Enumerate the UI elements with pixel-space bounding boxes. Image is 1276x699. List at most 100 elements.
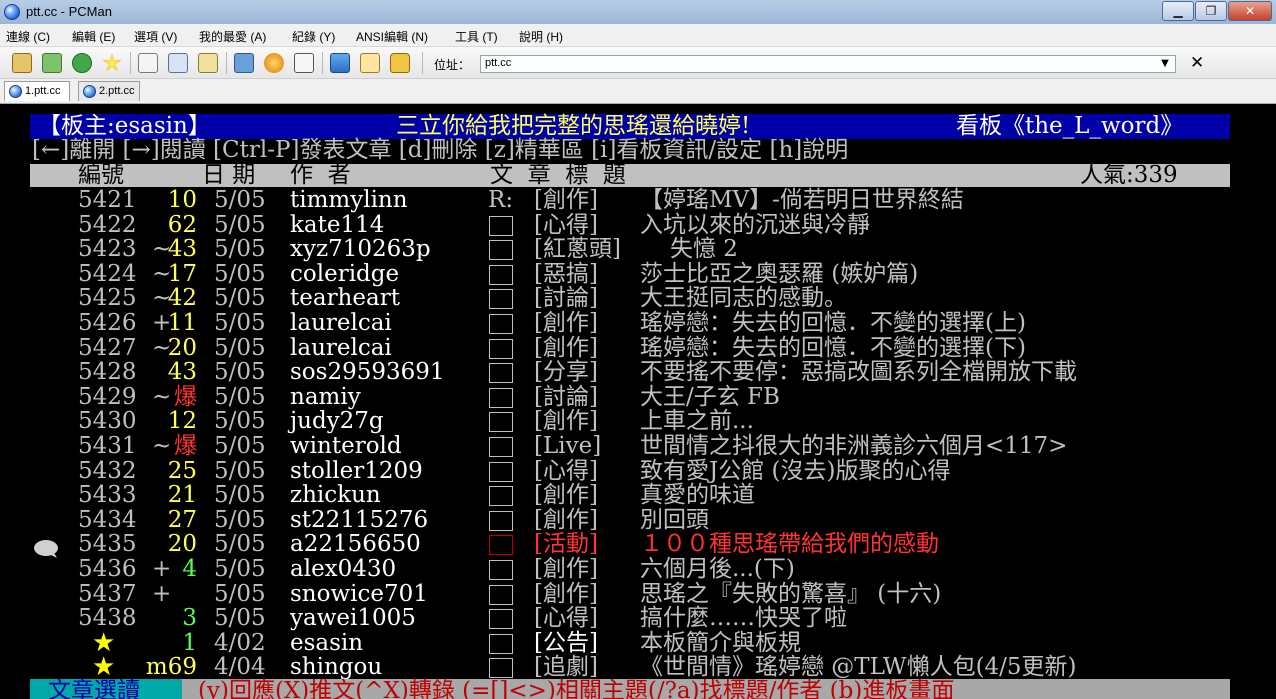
menu-help[interactable]: 說明 (H)	[519, 28, 563, 45]
address-clear-icon[interactable]: ✕	[1190, 53, 1204, 73]
post-row[interactable]: 5425 ~42 5/05 tearheart [討論] 大王挺同志的感動。	[0, 286, 1276, 311]
window-icon[interactable]	[294, 53, 314, 73]
post-flag: +	[152, 580, 172, 607]
post-row[interactable]: 5433 21 5/05 zhickun [創作] 真愛的味道	[0, 483, 1276, 508]
post-category: [創作]	[534, 506, 598, 533]
unread-box-icon	[489, 264, 513, 285]
post-date: 5/05	[214, 457, 266, 484]
post-row[interactable]: 5427 ~20 5/05 laurelcai [創作] 瑤婷戀：失去的回憶．不變的選擇(…	[0, 334, 1276, 361]
post-row[interactable]: 5429 ~ 爆 5/05 namiy [討論] 大王/子玄 FB	[0, 385, 1276, 410]
post-category: [討論]	[534, 383, 598, 410]
push-count: 10	[167, 187, 197, 213]
post-row[interactable]: 5426 +11 5/05 laurelcai [創作] 瑤婷戀：失去的回憶．不變的選擇(…	[0, 311, 1276, 336]
post-date: 5/05	[214, 506, 266, 533]
menu-history[interactable]: 紀錄 (Y)	[292, 28, 335, 45]
font-icon[interactable]	[234, 53, 254, 73]
post-date: 5/05	[214, 285, 266, 312]
reply-mark: R:	[488, 187, 514, 213]
post-title: 莎士比亞之奧瑟羅 (嫉妒篇)	[640, 260, 919, 287]
unread-box-icon	[489, 609, 513, 630]
pcman-app-icon	[4, 4, 20, 20]
menu-connection[interactable]: 連線 (C)	[6, 28, 50, 45]
minimize-button[interactable]: ▁	[1162, 1, 1194, 21]
unread-box-icon	[489, 289, 513, 310]
post-row[interactable]: 5430 12 5/05 judy27g [創作] 上車之前...	[0, 409, 1276, 434]
post-category: [心得]	[534, 211, 598, 238]
post-category: [討論]	[534, 285, 598, 312]
post-row[interactable]: 5438 3 5/05 yawei1005 [心得] 搞什麼……快哭了啦	[0, 606, 1276, 631]
post-number: 5431	[78, 433, 137, 459]
post-row[interactable]: 5431 ~ 爆 5/05 winterold [Live] 世間情之抖很大的非洲義診六個月…	[0, 434, 1276, 459]
post-row[interactable]: 5432 25 5/05 stoller1209 [心得] 致有愛J公館 (沒去)版聚的心…	[0, 457, 1276, 484]
post-row[interactable]: 5435 20 5/05 a22156650 [活動] １００種思瑤帶給我們的感動	[0, 532, 1276, 557]
close-button[interactable]: ✕	[1228, 1, 1272, 21]
col-author: 作 者	[290, 162, 351, 188]
unread-box-icon	[489, 215, 513, 236]
post-flag: ~	[152, 433, 172, 459]
post-number: 5423	[78, 236, 137, 263]
post-row[interactable]: 5422 62 5/05 kate114 [心得] 入坑以來的沉迷與冷靜	[0, 211, 1276, 238]
post-title: １００種思瑤帶給我們的感動	[640, 531, 939, 558]
post-number: 5427	[78, 334, 137, 361]
post-title: 本板簡介與板規	[640, 629, 801, 656]
popularity-count: 人氣:339	[1080, 162, 1178, 188]
post-date: 5/05	[214, 359, 266, 386]
connect-icon[interactable]	[12, 53, 32, 73]
post-title: 六個月後...(下)	[640, 556, 795, 582]
copy-icon[interactable]	[138, 53, 158, 73]
reconnect-icon[interactable]	[72, 53, 92, 73]
menu-ansi-edit[interactable]: ANSI編輯 (N)	[356, 28, 428, 45]
menu-favorites[interactable]: 我的最愛 (A)	[199, 28, 266, 45]
post-author: namiy	[290, 383, 361, 410]
post-author: stoller1209	[290, 457, 423, 484]
post-author: alex0430	[290, 556, 397, 582]
post-category: [創作]	[534, 310, 598, 336]
post-title: 瑤婷戀：失去的回憶．不變的選擇(上)	[640, 310, 1026, 336]
unread-box-icon	[489, 510, 513, 531]
copy-paste-icon[interactable]	[198, 53, 218, 73]
post-date: 5/05	[214, 383, 266, 410]
post-category: [公告]	[534, 629, 598, 656]
address-dropdown-icon[interactable]: ▼	[1156, 56, 1174, 72]
settings-gear-icon[interactable]	[264, 53, 284, 73]
post-author: winterold	[290, 433, 402, 459]
post-row[interactable]: 5423 ~43 5/05 xyz710263p [紅蔥頭] 失憶 2	[0, 237, 1276, 262]
post-row[interactable]: 5437 +5/05 snowice701 [創作] 思瑤之『失敗的驚喜』 (十六)	[0, 580, 1276, 607]
post-category: [創作]	[534, 482, 598, 509]
paste-icon[interactable]	[168, 53, 188, 73]
post-author: kate114	[290, 211, 385, 238]
command-hints: [←]離開 [→]閱讀 [Ctrl-P]發表文章 [d]刪除 [z]精華區 [i…	[32, 137, 849, 163]
post-row[interactable]: 5434 27 5/05 st22115276 [創作] 別回頭	[0, 508, 1276, 533]
post-row[interactable]: ★ m69 4/04 shingou [追劇] 《世間情》瑤婷戀 @TLW懶人包(4/5更…	[0, 655, 1276, 681]
tab-2[interactable]: 2.ptt.cc	[78, 81, 140, 101]
post-number: 5430	[78, 408, 137, 435]
tab-1[interactable]: 1.ptt.cc	[4, 81, 70, 101]
post-title: 別回頭	[640, 506, 709, 533]
post-row[interactable]: 5424 ~17 5/05 coleridge [惡搞] 莎士比亞之奧瑟羅 (嫉妒篇)	[0, 262, 1276, 287]
post-category: [Live]	[534, 433, 602, 459]
push-count: 20	[167, 531, 197, 558]
post-number: 5432	[78, 457, 137, 484]
menu-bar: 連線 (C) 編輯 (E) 選項 (V) 我的最愛 (A) 紀錄 (Y) ANS…	[0, 24, 1276, 47]
cursor-bubble-icon	[34, 540, 58, 558]
push-count: 62	[167, 211, 197, 238]
post-row[interactable]: 5421 10 5/05 timmylinn R: [創作] 【婷瑤MV】-倘若明日世界終結	[0, 188, 1276, 213]
menu-edit[interactable]: 編輯 (E)	[72, 28, 115, 45]
post-row[interactable]: 5428 43 5/05 sos29593691 [分享] 不要搖不要停：惡搞改圖系列全檔…	[0, 360, 1276, 385]
ansi-edit-icon[interactable]	[360, 53, 380, 73]
address-input[interactable]: ptt.cc	[480, 55, 1176, 73]
screen-icon[interactable]	[330, 53, 350, 73]
menu-options[interactable]: 選項 (V)	[134, 28, 177, 45]
post-category: [惡搞]	[534, 260, 598, 287]
maximize-button[interactable]: ❐	[1195, 1, 1227, 21]
favorite-star-icon[interactable]	[102, 53, 122, 72]
unread-box-icon	[489, 437, 513, 457]
post-date: 5/05	[214, 580, 266, 607]
post-row[interactable]: 5436 +4 5/05 alex0430 [創作] 六個月後...(下)	[0, 557, 1276, 582]
unread-box-icon	[489, 535, 513, 556]
lock-icon[interactable]	[390, 53, 410, 73]
menu-tools[interactable]: 工具 (T)	[455, 28, 498, 45]
terminal-screen[interactable]: 【板主:esasin】 三立你給我把完整的思瑤還給曉婷! 看板《the_L_wo…	[0, 104, 1276, 699]
new-connection-icon[interactable]	[42, 53, 62, 73]
post-row[interactable]: ★ 1 4/02 esasin [公告] 本板簡介與板規	[0, 629, 1276, 656]
